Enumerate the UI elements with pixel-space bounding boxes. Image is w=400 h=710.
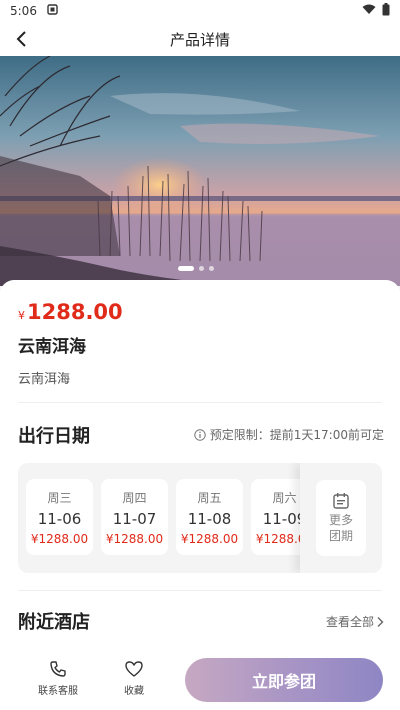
page-title: 产品详情 <box>169 30 230 49</box>
battery-icon <box>382 3 390 19</box>
divider <box>18 402 382 403</box>
date-weekday: 周六 <box>272 490 297 505</box>
more-dates-label: 更多团期 <box>328 513 353 543</box>
date-price: ¥1288.00 <box>105 531 164 546</box>
product-detail-card: ¥ 1288.00 云南洱海 云南洱海 出行日期 预定限制：提前1天17:00前… <box>0 280 400 710</box>
phone-icon <box>50 661 66 677</box>
divider <box>18 590 382 591</box>
date-weekday: 周五 <box>197 490 222 505</box>
join-tour-button[interactable]: 立即参团 <box>185 658 383 702</box>
contact-service-button[interactable]: 联系客服 <box>38 660 78 697</box>
date-price: ¥1288.00 <box>180 531 239 546</box>
nearby-hotels-title: 附近酒店 <box>18 612 90 633</box>
chevron-right-icon <box>377 616 384 627</box>
lake-sunset-image <box>0 56 400 286</box>
notification-icon <box>47 4 58 18</box>
carousel-dot <box>199 266 204 271</box>
booking-limit-text: 预定限制：提前1天17:00前可定 <box>209 428 384 442</box>
product-price: ¥ 1288.00 <box>18 300 123 324</box>
view-all-link[interactable]: 查看全部 <box>326 613 384 630</box>
chevron-left-icon <box>16 31 26 47</box>
product-title: 云南洱海 <box>18 337 86 357</box>
date-day: 11-06 <box>37 509 82 528</box>
date-option[interactable]: 周五 11-08 ¥1288.00 <box>176 479 243 555</box>
more-dates-panel: 更多团期 <box>300 463 382 573</box>
contact-service-label: 联系客服 <box>38 686 78 697</box>
currency-symbol: ¥ <box>18 309 25 322</box>
date-option[interactable]: 周四 11-07 ¥1288.00 <box>101 479 168 555</box>
calendar-icon <box>333 493 349 509</box>
date-day: 11-07 <box>112 509 157 528</box>
date-list: 周三 11-06 ¥1288.00 周四 11-07 ¥1288.00 周五 1… <box>26 479 318 555</box>
date-price: ¥1288.00 <box>30 531 89 546</box>
carousel-dot-active <box>178 266 194 271</box>
product-image-carousel[interactable] <box>0 56 400 286</box>
price-value: 1288.00 <box>27 300 123 324</box>
bottom-action-bar: 联系客服 收藏 立即参团 <box>0 648 400 710</box>
product-subtitle: 云南洱海 <box>18 372 71 387</box>
booking-limit: 预定限制：提前1天17:00前可定 <box>194 426 384 443</box>
date-day: 11-08 <box>187 509 232 528</box>
date-option[interactable]: 周三 11-06 ¥1288.00 <box>26 479 93 555</box>
info-icon <box>194 428 206 441</box>
favorite-button[interactable]: 收藏 <box>124 660 144 697</box>
more-dates-button[interactable]: 更多团期 <box>316 480 366 556</box>
wifi-icon <box>362 4 376 18</box>
status-bar: 5:06 <box>0 0 400 22</box>
carousel-dot <box>209 266 214 271</box>
date-weekday: 周四 <box>122 490 147 505</box>
favorite-label: 收藏 <box>124 686 144 697</box>
status-time: 5:06 <box>10 4 37 18</box>
date-selector: 周三 11-06 ¥1288.00 周四 11-07 ¥1288.00 周五 1… <box>18 463 382 573</box>
carousel-indicator <box>178 266 214 271</box>
date-weekday: 周三 <box>47 490 72 505</box>
travel-dates-title: 出行日期 <box>18 426 90 447</box>
heart-icon <box>125 661 143 677</box>
view-all-label: 查看全部 <box>325 615 374 629</box>
nav-bar: 产品详情 <box>0 22 400 56</box>
back-button[interactable] <box>8 26 34 52</box>
